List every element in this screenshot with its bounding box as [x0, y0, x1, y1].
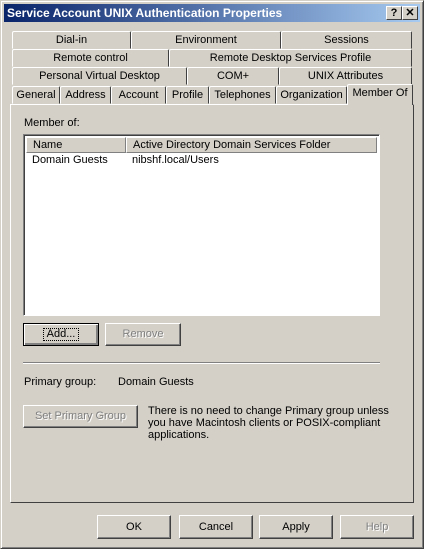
- set-primary-group-button[interactable]: Set Primary Group: [23, 405, 138, 428]
- tab-remote-control[interactable]: Remote control: [12, 49, 169, 67]
- help-title-button[interactable]: ?: [386, 6, 402, 20]
- note-line: you have Macintosh clients or POSIX-comp…: [148, 417, 381, 429]
- add-button[interactable]: Add...: [23, 323, 99, 346]
- add-button-label: Add...: [39, 324, 84, 345]
- ok-button[interactable]: OK: [97, 515, 171, 539]
- row-folder-cell: nibshf.local/Users: [132, 154, 219, 166]
- cancel-button[interactable]: Cancel: [179, 515, 253, 539]
- tab-organization[interactable]: Organization: [276, 86, 347, 104]
- primary-group-note: There is no need to change Primary group…: [148, 405, 389, 441]
- tab-general[interactable]: General: [12, 86, 60, 104]
- window-title: Service Account UNIX Authentication Prop…: [7, 6, 283, 20]
- member-of-label: Member of:: [24, 117, 80, 129]
- tab-unix-attributes[interactable]: UNIX Attributes: [279, 67, 412, 85]
- remove-button[interactable]: Remove: [105, 323, 181, 346]
- tab-dial-in[interactable]: Dial-in: [12, 31, 131, 49]
- primary-group-value: Domain Guests: [118, 376, 194, 388]
- column-header-name[interactable]: Name: [26, 137, 126, 153]
- table-row[interactable]: Domain Guests nibshf.local/Users: [26, 154, 377, 168]
- tab-com-plus[interactable]: COM+: [187, 67, 279, 85]
- note-line: applications.: [148, 429, 210, 441]
- tab-remote-desktop-services-profile[interactable]: Remote Desktop Services Profile: [169, 49, 412, 67]
- tab-profile[interactable]: Profile: [166, 86, 209, 104]
- note-line: There is no need to change Primary group…: [148, 405, 389, 417]
- close-button[interactable]: ✕: [402, 6, 418, 20]
- apply-button[interactable]: Apply: [259, 515, 333, 539]
- tab-telephones[interactable]: Telephones: [209, 86, 276, 104]
- tab-member-of[interactable]: Member Of: [347, 84, 413, 105]
- member-of-list[interactable]: Name Active Directory Domain Services Fo…: [23, 134, 380, 316]
- tab-sessions[interactable]: Sessions: [281, 31, 412, 49]
- tab-personal-virtual-desktop[interactable]: Personal Virtual Desktop: [12, 67, 187, 85]
- tab-environment[interactable]: Environment: [131, 31, 281, 49]
- help-button[interactable]: Help: [340, 515, 414, 539]
- tab-address[interactable]: Address: [60, 86, 111, 104]
- column-header-folder[interactable]: Active Directory Domain Services Folder: [126, 137, 377, 153]
- row-name-cell: Domain Guests: [32, 154, 108, 166]
- primary-group-label: Primary group:: [24, 376, 97, 388]
- title-bar[interactable]: Service Account UNIX Authentication Prop…: [4, 4, 420, 22]
- separator: [23, 362, 380, 364]
- tab-account[interactable]: Account: [111, 86, 166, 104]
